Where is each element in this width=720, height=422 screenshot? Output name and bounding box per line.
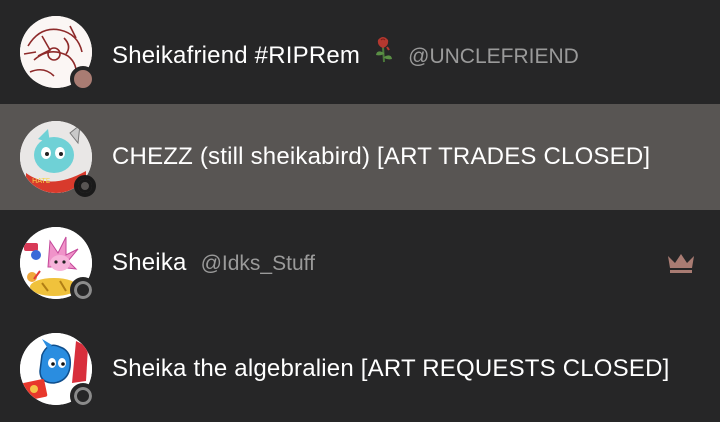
avatar[interactable] [20,16,96,92]
member-row[interactable]: Sheika @Idks_Stuff [0,210,720,316]
member-row-selected[interactable]: HATE CHEZZ (still sheikabird) [ART TRADE… [0,104,720,210]
member-name: Sheika the algebralien [ART REQUESTS CLO… [112,355,670,382]
status-offline-indicator [70,383,96,409]
svg-text:HATE: HATE [32,177,50,185]
wilted-rose-icon [376,36,393,62]
member-row[interactable]: Sheika the algebralien [ART REQUESTS CLO… [0,316,720,422]
member-list: Sheikafriend #RIPRem @UNCLEFRIEND HATE C… [0,0,720,422]
member-handle: @UNCLEFRIEND [408,44,579,68]
member-info: Sheikafriend #RIPRem @UNCLEFRIEND [112,35,720,70]
avatar[interactable] [20,227,96,303]
status-offline-indicator [74,175,96,197]
member-row[interactable]: Sheikafriend #RIPRem @UNCLEFRIEND [0,0,720,104]
crown-icon [668,254,694,273]
member-name: CHEZZ (still sheikabird) [ART TRADES CLO… [112,143,651,170]
member-name: Sheikafriend #RIPRem [112,41,361,69]
member-name: Sheika [112,249,187,276]
status-away-indicator [70,66,96,92]
avatar[interactable] [20,333,96,409]
member-handle: @Idks_Stuff [200,252,315,275]
avatar[interactable]: HATE [20,121,96,197]
member-info: CHEZZ (still sheikabird) [ART TRADES CLO… [112,143,720,171]
member-info: Sheika @Idks_Stuff [112,249,720,277]
member-info: Sheika the algebralien [ART REQUESTS CLO… [112,355,720,383]
status-offline-indicator [70,277,96,303]
